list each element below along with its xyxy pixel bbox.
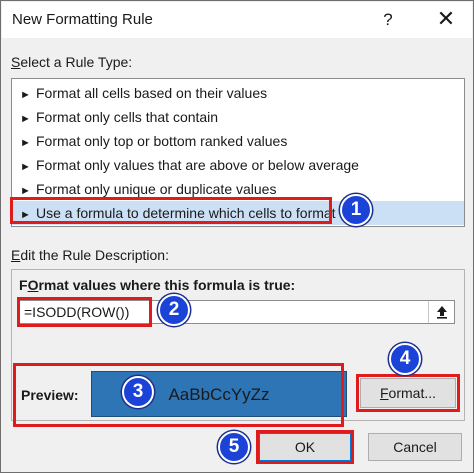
rule-type-item[interactable]: ► Format only cells that contain xyxy=(12,105,464,129)
rule-type-item[interactable]: ► Format all cells based on their values xyxy=(12,81,464,105)
arrow-icon: ► xyxy=(20,185,31,197)
arrow-icon: ► xyxy=(20,209,31,221)
arrow-icon: ► xyxy=(20,137,31,149)
rule-type-list[interactable]: ► Format all cells based on their values … xyxy=(11,78,465,227)
step-badge-1: 1 xyxy=(340,194,372,226)
close-icon[interactable]: ✕ xyxy=(432,6,460,34)
rule-type-label: Select a Rule Type: xyxy=(11,54,133,70)
formula-value: =ISODD(ROW()) xyxy=(24,304,130,320)
formula-input[interactable]: =ISODD(ROW()) xyxy=(19,300,455,324)
title-bar: New Formatting Rule ? ✕ xyxy=(2,2,472,38)
cancel-button[interactable]: Cancel xyxy=(368,433,462,461)
format-button[interactable]: Format... xyxy=(360,378,456,408)
new-formatting-rule-dialog: New Formatting Rule ? ✕ Select a Rule Ty… xyxy=(0,0,474,473)
rule-type-item[interactable]: ► Format only top or bottom ranked values xyxy=(12,129,464,153)
arrow-icon: ► xyxy=(20,89,31,101)
step-badge-5: 5 xyxy=(218,431,250,463)
rule-type-item[interactable]: ► Format only values that are above or be… xyxy=(12,153,464,177)
formula-label: FOrmat values where this formula is true… xyxy=(19,277,296,293)
step-badge-3: 3 xyxy=(122,376,154,408)
upload-arrow-icon xyxy=(436,306,447,319)
arrow-icon: ► xyxy=(20,161,31,173)
rule-type-item[interactable]: ► Format only unique or duplicate values xyxy=(12,177,464,201)
rule-description-label: Edit the Rule Description: xyxy=(11,247,169,263)
collapse-dialog-button[interactable] xyxy=(428,301,454,323)
step-badge-4: 4 xyxy=(389,343,421,375)
preview-label: Preview: xyxy=(21,387,79,403)
arrow-icon: ► xyxy=(20,113,31,125)
ok-button[interactable]: OK xyxy=(259,433,351,461)
help-icon[interactable]: ? xyxy=(376,6,400,34)
dialog-title: New Formatting Rule xyxy=(12,11,153,28)
step-badge-2: 2 xyxy=(158,294,190,326)
rule-type-item-selected[interactable]: ► Use a formula to determine which cells … xyxy=(12,201,464,225)
